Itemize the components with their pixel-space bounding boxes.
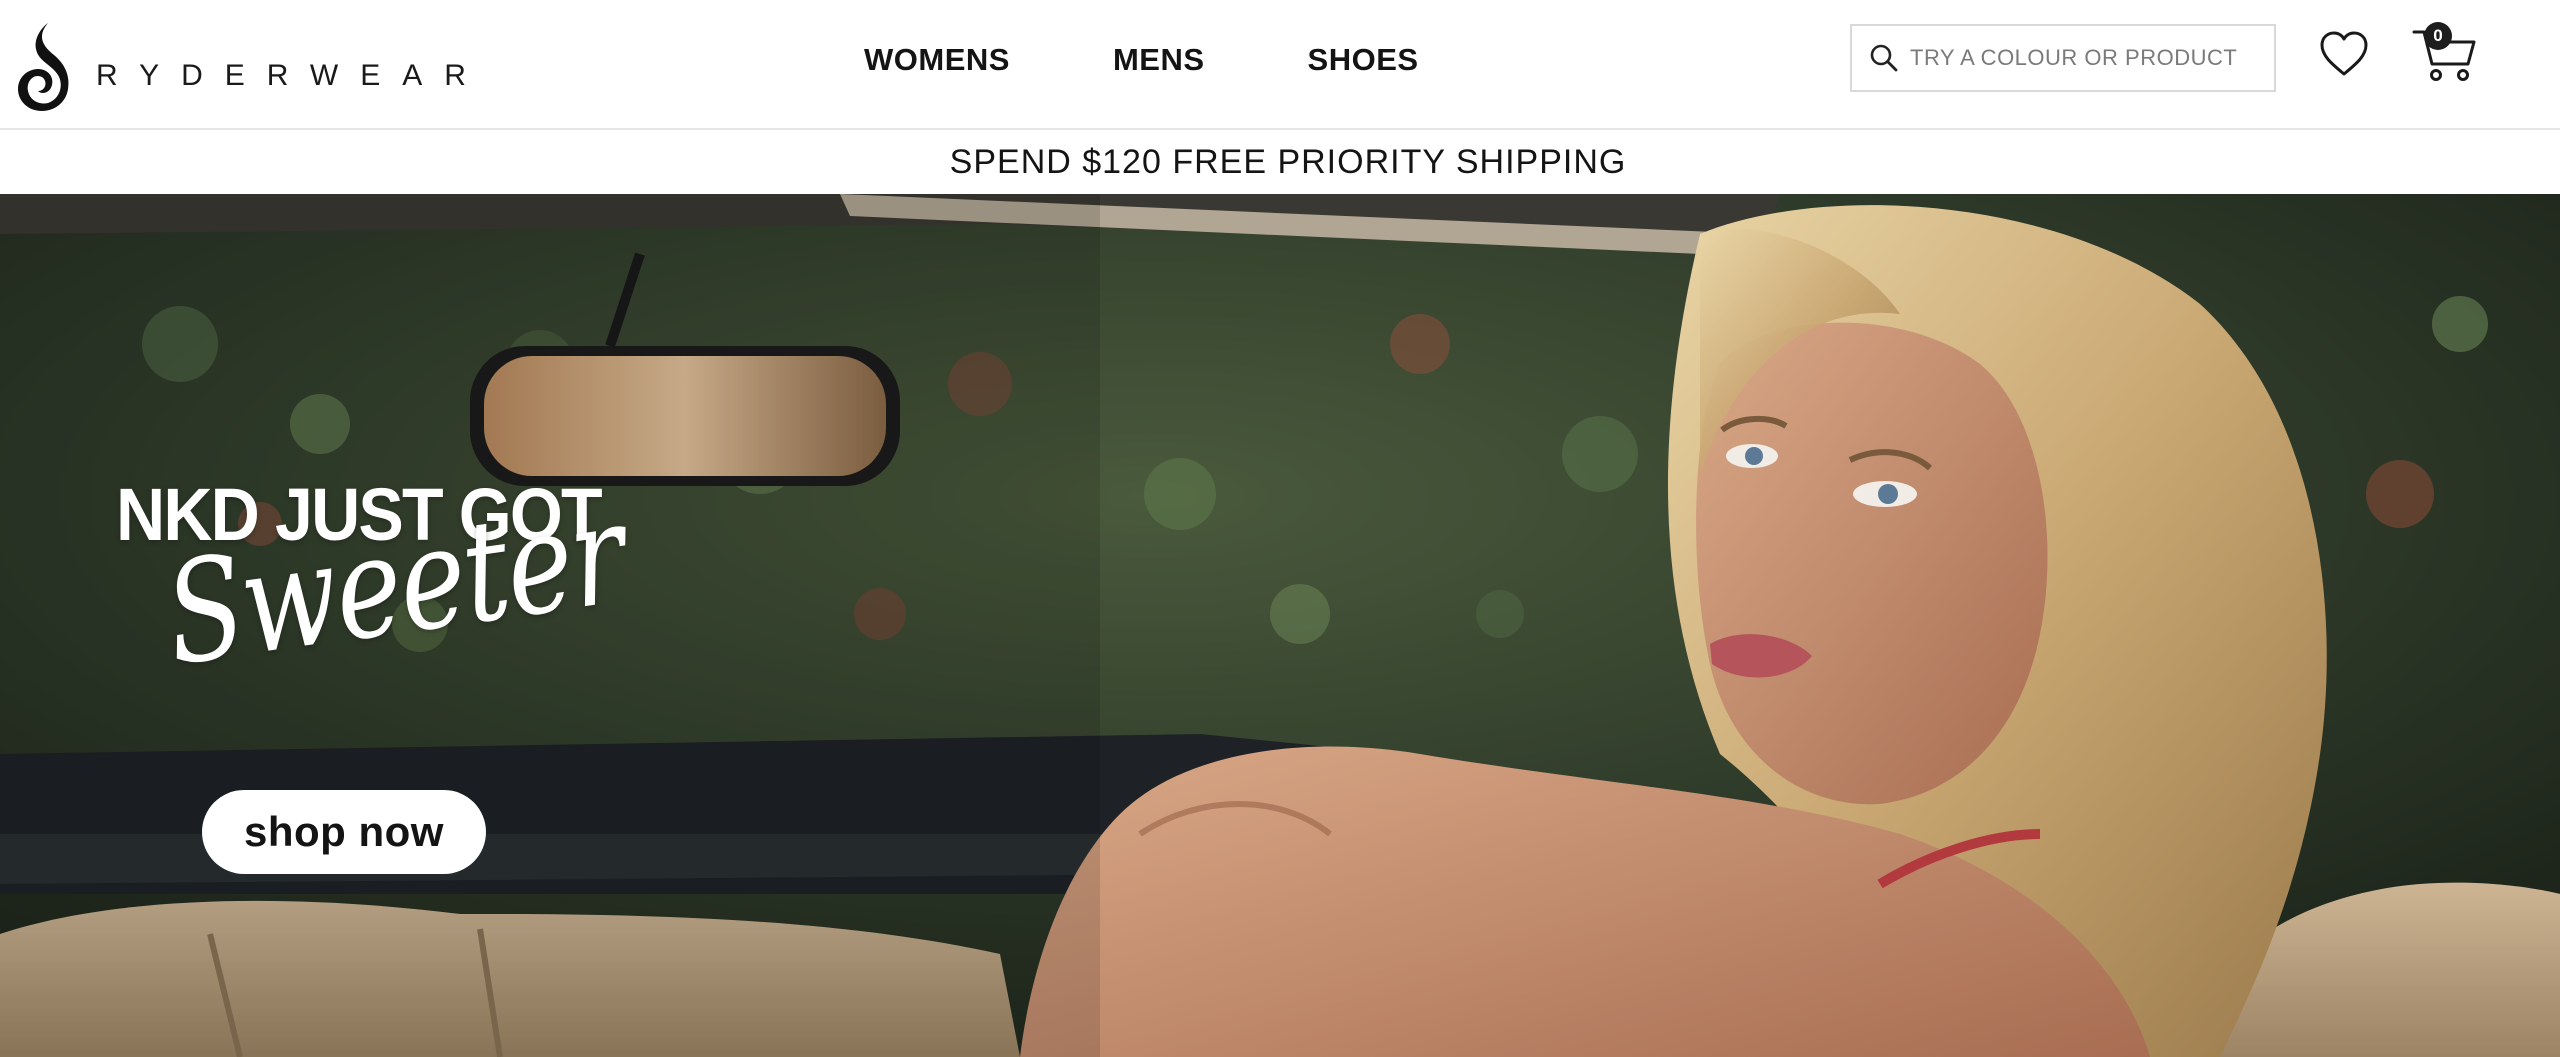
search-box[interactable] <box>1850 24 2276 92</box>
brand-logo-link[interactable]: RYDERWEAR <box>14 18 488 114</box>
heart-icon <box>2320 31 2368 76</box>
wishlist-button[interactable] <box>2316 26 2372 82</box>
search-input[interactable] <box>1910 45 2270 71</box>
main-nav: WOMENS MENS SHOES <box>864 36 1419 84</box>
announcement-text[interactable]: SPEND $120 FREE PRIORITY SHIPPING <box>950 143 1627 182</box>
shop-now-button[interactable]: shop now <box>202 790 486 874</box>
search-icon[interactable] <box>1868 42 1900 74</box>
nav-item-womens[interactable]: WOMENS <box>864 42 1010 78</box>
announcement-bar: SPEND $120 FREE PRIORITY SHIPPING <box>0 130 2560 194</box>
nav-item-mens[interactable]: MENS <box>1113 42 1205 78</box>
ryderwear-flame-logo-icon <box>18 23 69 111</box>
site-header: RYDERWEAR WOMENS MENS SHOES 0 <box>0 0 2560 130</box>
nav-item-shoes[interactable]: SHOES <box>1308 42 1419 78</box>
brand-wordmark: RYDERWEAR <box>96 59 488 92</box>
hero-banner[interactable]: NKD JUST GOT Sweeter shop now <box>0 194 2560 1057</box>
cart-count-badge: 0 <box>2424 22 2452 50</box>
